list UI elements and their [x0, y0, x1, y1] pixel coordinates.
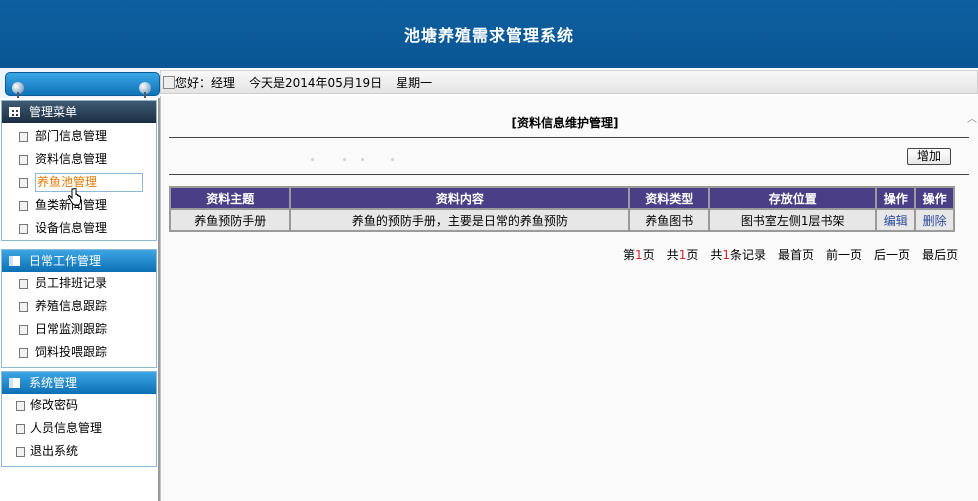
table-row: 养鱼预防手册 养鱼的预防手册，主要是日常的养鱼预防 养鱼图书 图书室左侧1层书架… — [171, 210, 953, 230]
decorative-dot — [343, 158, 346, 161]
main-content: ︿ [资料信息维护管理] 增加 资料主题 资料内容 资料类型 存放位置 操作 操… — [160, 96, 978, 501]
decorative-dot — [361, 158, 364, 161]
sidebar-item-department[interactable]: 部门信息管理 — [2, 125, 156, 148]
materials-table: 资料主题 资料内容 资料类型 存放位置 操作 操作 养鱼预防手册 养鱼的预防手册… — [169, 186, 955, 232]
sidebar-item-materials[interactable]: 资料信息管理 — [2, 148, 156, 171]
delete-link[interactable]: 删除 — [916, 210, 953, 230]
page-icon — [19, 155, 28, 165]
add-button[interactable]: 增加 — [907, 148, 951, 165]
next-page-link[interactable]: 后一页 — [874, 248, 910, 262]
sidebar-top-bar — [5, 72, 160, 96]
cell-content: 养鱼的预防手册，主要是日常的养鱼预防 — [291, 210, 629, 230]
first-page-link[interactable]: 最首页 — [778, 248, 814, 262]
edit-link[interactable]: 编辑 — [877, 210, 915, 230]
section-header-system[interactable]: 系统管理 — [2, 372, 156, 394]
sidebar-section-manage: 管理菜单 部门信息管理 资料信息管理 养鱼池管理 鱼类新闻管理 设备信息管理 — [1, 100, 157, 241]
user-icon — [163, 76, 175, 89]
app-header: 池塘养殖需求管理系统 — [0, 0, 978, 68]
greeting-weekday: 星期一 — [396, 76, 433, 90]
page-icon — [16, 424, 25, 434]
page-icon — [19, 325, 28, 335]
last-page-link[interactable]: 最后页 — [922, 248, 958, 262]
sidebar-item-equipment[interactable]: 设备信息管理 — [2, 217, 156, 240]
column-header-action-edit: 操作 — [877, 188, 915, 208]
app-title: 池塘养殖需求管理系统 — [403, 26, 574, 45]
page-icon — [19, 302, 28, 312]
page-icon — [19, 348, 28, 358]
greeting-date: 今天是2014年05月19日 — [249, 76, 383, 90]
page-icon — [19, 132, 28, 142]
hand-cursor-icon — [68, 188, 81, 206]
cell-type: 养鱼图书 — [630, 210, 709, 230]
pagination: 第1页 共1页 共1条记录 最首页 前一页 后一页 最后页 — [623, 248, 959, 262]
decorative-dot — [311, 158, 314, 161]
decorative-dot — [391, 158, 394, 161]
current-page: 1 — [635, 248, 643, 262]
page-icon — [19, 279, 28, 289]
sidebar-item-breeding-tracking[interactable]: 养殖信息跟踪 — [2, 295, 156, 318]
column-header-action-delete: 操作 — [916, 188, 953, 208]
cell-location: 图书室左侧1层书架 — [710, 210, 876, 230]
prev-page-link[interactable]: 前一页 — [826, 248, 862, 262]
section-header-manage[interactable]: 管理菜单 — [2, 101, 156, 123]
divider — [169, 174, 969, 175]
sidebar-item-shift-records[interactable]: 员工排班记录 — [2, 272, 156, 295]
panel-title: [资料信息维护管理] — [511, 116, 619, 130]
sidebar-item-logout[interactable]: 退出系统 — [2, 440, 156, 463]
sidebar-item-daily-monitoring[interactable]: 日常监测跟踪 — [2, 318, 156, 341]
grid-icon — [9, 107, 20, 117]
cell-topic: 养鱼预防手册 — [171, 210, 290, 230]
sidebar-section-daily-work: 日常工作管理 员工排班记录 养殖信息跟踪 日常监测跟踪 饲料投喂跟踪 — [1, 249, 157, 368]
sidebar-section-system: 系统管理 修改密码 人员信息管理 退出系统 — [1, 371, 157, 467]
divider — [169, 137, 969, 138]
column-header-type: 资料类型 — [630, 188, 709, 208]
page-icon — [16, 447, 25, 457]
sidebar-item-feeding-tracking[interactable]: 饲料投喂跟踪 — [2, 341, 156, 364]
sidebar: 管理菜单 部门信息管理 资料信息管理 养鱼池管理 鱼类新闻管理 设备信息管理 日… — [0, 98, 160, 501]
sidebar-item-user-management[interactable]: 人员信息管理 — [2, 417, 156, 440]
column-header-location: 存放位置 — [710, 188, 876, 208]
column-header-content: 资料内容 — [291, 188, 629, 208]
page-icon — [19, 201, 28, 211]
greeting-hello: 您好：经理 — [175, 76, 236, 90]
table-header-row: 资料主题 资料内容 资料类型 存放位置 操作 操作 — [171, 188, 953, 208]
page-icon — [16, 401, 25, 411]
book-icon — [9, 378, 20, 388]
section-header-daily-work[interactable]: 日常工作管理 — [2, 250, 156, 272]
book-icon — [9, 256, 20, 266]
page-icon — [19, 224, 28, 234]
record-count: 1 — [722, 248, 730, 262]
page-icon — [19, 178, 28, 188]
column-header-topic: 资料主题 — [171, 188, 290, 208]
greeting-bar: 您好：经理 今天是2014年05月19日 星期一 — [160, 70, 978, 94]
sidebar-item-change-password[interactable]: 修改密码 — [2, 394, 156, 417]
